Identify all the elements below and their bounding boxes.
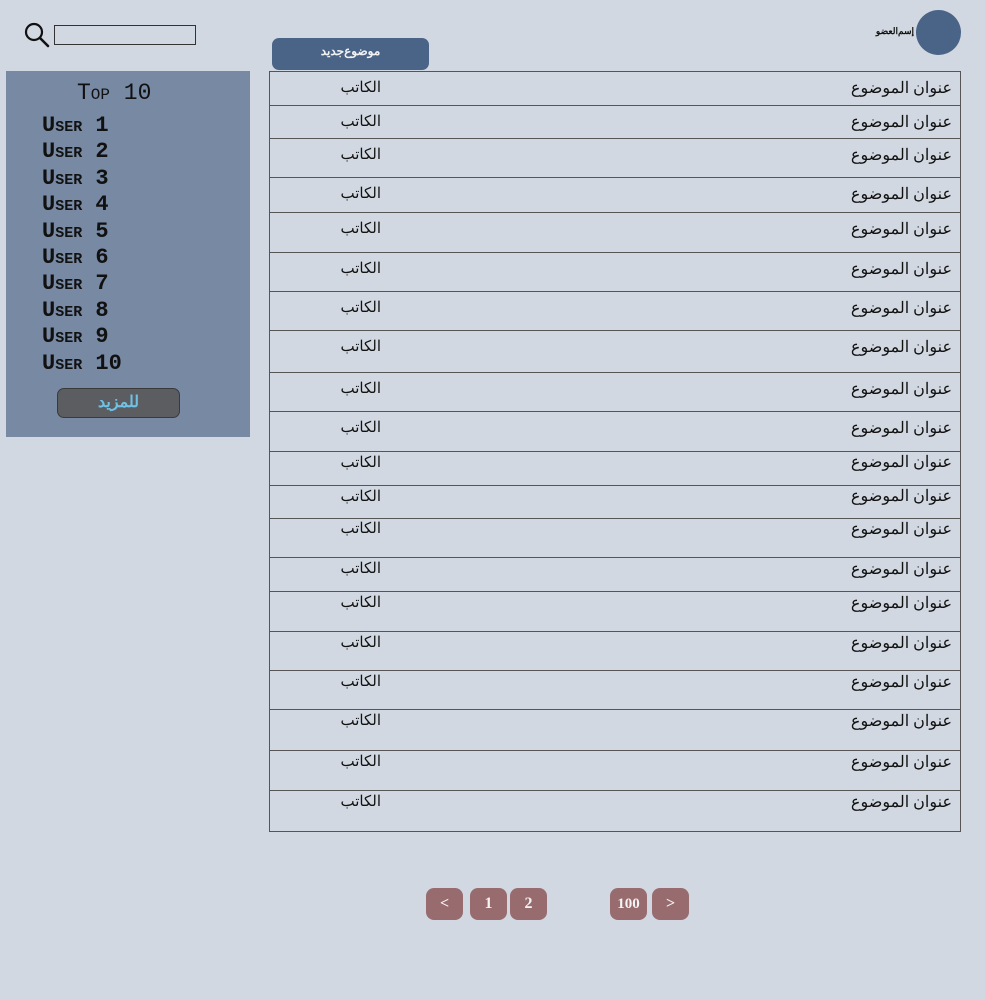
topic-title[interactable]: عنوان الموضوع [851, 633, 952, 653]
topic-title[interactable]: عنوان الموضوع [851, 711, 952, 731]
topic-title[interactable]: عنوان الموضوع [851, 792, 952, 812]
topic-row[interactable]: عنوان الموضوع الكاتب [270, 670, 960, 710]
topic-title[interactable]: عنوان الموضوع [851, 559, 952, 579]
topic-title[interactable]: عنوان الموضوع [851, 259, 952, 279]
topic-author[interactable]: الكاتب [341, 298, 382, 317]
topics-table: عنوان الموضوع الكاتب عنوان الموضوع الكات… [269, 71, 961, 832]
page-button-last[interactable]: 100 [610, 888, 647, 920]
top-user-item[interactable]: User 10 [42, 351, 122, 377]
avatar[interactable] [916, 10, 961, 55]
topic-title[interactable]: عنوان الموضوع [851, 145, 952, 165]
topic-title[interactable]: عنوان الموضوع [851, 519, 952, 539]
topic-row[interactable]: عنوان الموضوع الكاتب [270, 750, 960, 791]
top-users-title: Top 10 [77, 80, 152, 106]
topic-row[interactable]: عنوان الموضوع الكاتب [270, 372, 960, 412]
top-user-item[interactable]: User 3 [42, 166, 122, 192]
topic-author[interactable]: الكاتب [341, 184, 382, 203]
topic-row[interactable]: عنوان الموضوع الكاتب [270, 105, 960, 139]
topic-title[interactable]: عنوان الموضوع [851, 452, 952, 472]
top-users-list: User 1 User 2 User 3 User 4 User 5 User … [42, 113, 122, 377]
topic-title[interactable]: عنوان الموضوع [851, 672, 952, 692]
topic-author[interactable]: الكاتب [341, 259, 382, 278]
topic-title[interactable]: عنوان الموضوع [851, 486, 952, 506]
topic-row[interactable]: عنوان الموضوع الكاتب [270, 411, 960, 452]
topic-row[interactable]: عنوان الموضوع الكاتب [270, 177, 960, 213]
top-user-item[interactable]: User 4 [42, 192, 122, 218]
topic-author[interactable]: الكاتب [341, 78, 382, 97]
topic-row[interactable]: عنوان الموضوع الكاتب [270, 330, 960, 373]
topic-row[interactable]: عنوان الموضوع الكاتب [270, 518, 960, 558]
topic-author[interactable]: الكاتب [341, 752, 382, 771]
topic-title[interactable]: عنوان الموضوع [851, 78, 952, 98]
topic-row[interactable]: عنوان الموضوع الكاتب [270, 291, 960, 331]
new-topic-button[interactable]: موضوع‌جديد [272, 38, 429, 70]
top-user-item[interactable]: User 9 [42, 324, 122, 350]
topic-title[interactable]: عنوان الموضوع [851, 379, 952, 399]
topic-author[interactable]: الكاتب [341, 418, 382, 437]
topic-row[interactable]: عنوان الموضوع الكاتب [270, 709, 960, 751]
top-users-panel: Top 10 User 1 User 2 User 3 User 4 User … [6, 71, 250, 437]
search-input[interactable] [54, 25, 196, 45]
topic-row[interactable]: عنوان الموضوع الكاتب [270, 252, 960, 292]
search-icon[interactable] [24, 22, 50, 48]
topic-title[interactable]: عنوان الموضوع [851, 112, 952, 132]
topic-title[interactable]: عنوان الموضوع [851, 298, 952, 318]
topic-author[interactable]: الكاتب [341, 711, 382, 730]
topic-author[interactable]: الكاتب [341, 672, 382, 691]
topic-author[interactable]: الكاتب [341, 219, 382, 238]
topic-title[interactable]: عنوان الموضوع [851, 593, 952, 613]
topic-row[interactable]: عنوان الموضوع الكاتب [270, 631, 960, 671]
more-button[interactable]: للمزيد [57, 388, 180, 418]
topic-author[interactable]: الكاتب [341, 112, 382, 131]
topic-row[interactable]: عنوان الموضوع الكاتب [270, 591, 960, 632]
top-user-item[interactable]: User 1 [42, 113, 122, 139]
topic-author[interactable]: الكاتب [341, 379, 382, 398]
topic-title[interactable]: عنوان الموضوع [851, 752, 952, 772]
top-user-item[interactable]: User 5 [42, 219, 122, 245]
topic-row[interactable]: عنوان الموضوع الكاتب [270, 451, 960, 486]
topic-title[interactable]: عنوان الموضوع [851, 184, 952, 204]
topic-author[interactable]: الكاتب [341, 519, 382, 538]
page-button-1[interactable]: 1 [470, 888, 507, 920]
topic-author[interactable]: الكاتب [341, 593, 382, 612]
topic-row[interactable]: عنوان الموضوع الكاتب [270, 790, 960, 831]
topic-title[interactable]: عنوان الموضوع [851, 337, 952, 357]
topic-row[interactable]: عنوان الموضوع الكاتب [270, 72, 960, 106]
topic-author[interactable]: الكاتب [341, 337, 382, 356]
page-button-2[interactable]: 2 [510, 888, 547, 920]
top-user-item[interactable]: User 2 [42, 139, 122, 165]
topic-row[interactable]: عنوان الموضوع الكاتب [270, 485, 960, 519]
topic-author[interactable]: الكاتب [341, 145, 382, 164]
top-user-item[interactable]: User 6 [42, 245, 122, 271]
topic-title[interactable]: عنوان الموضوع [851, 418, 952, 438]
topic-author[interactable]: الكاتب [341, 792, 382, 811]
topic-author[interactable]: الكاتب [341, 559, 382, 578]
topic-title[interactable]: عنوان الموضوع [851, 219, 952, 239]
prev-page-button[interactable]: < [426, 888, 463, 920]
topic-author[interactable]: الكاتب [341, 453, 382, 472]
next-page-button[interactable]: > [652, 888, 689, 920]
topic-row[interactable]: عنوان الموضوع الكاتب [270, 212, 960, 253]
username-label: إسم‌العضو [875, 26, 914, 36]
topic-author[interactable]: الكاتب [341, 487, 382, 506]
top-user-item[interactable]: User 8 [42, 298, 122, 324]
topic-row[interactable]: عنوان الموضوع الكاتب [270, 557, 960, 592]
top-user-item[interactable]: User 7 [42, 271, 122, 297]
topic-author[interactable]: الكاتب [341, 633, 382, 652]
topic-row[interactable]: عنوان الموضوع الكاتب [270, 138, 960, 178]
